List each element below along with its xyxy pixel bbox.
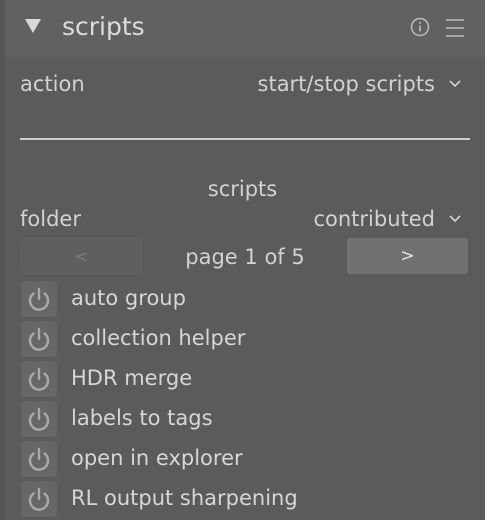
divider: [20, 138, 470, 140]
script-label: HDR merge: [71, 366, 193, 390]
power-icon: [28, 367, 50, 391]
script-label: collection helper: [71, 326, 246, 350]
chevron-down-icon[interactable]: [449, 215, 461, 223]
module-title: scripts: [62, 12, 145, 41]
script-label: RL output sharpening: [71, 486, 298, 510]
script-label: open in explorer: [71, 446, 243, 470]
script-row: labels to tags: [21, 401, 471, 437]
folder-label: folder: [20, 207, 81, 231]
scripts-panel: scripts action start/stop scripts script…: [0, 0, 485, 520]
info-circle-icon[interactable]: [410, 17, 430, 37]
action-label: action: [20, 72, 85, 96]
power-toggle-button[interactable]: [21, 321, 57, 357]
power-toggle-button[interactable]: [21, 361, 57, 397]
script-label: labels to tags: [71, 406, 213, 430]
script-row: HDR merge: [21, 361, 471, 397]
power-toggle-button[interactable]: [21, 281, 57, 317]
folder-select[interactable]: contributed: [220, 205, 435, 233]
panel-edge: [0, 0, 5, 520]
previous-page-button[interactable]: <: [21, 238, 142, 274]
next-page-button[interactable]: >: [347, 238, 468, 274]
power-icon: [28, 407, 50, 431]
power-toggle-button[interactable]: [21, 481, 57, 517]
module-header[interactable]: scripts: [5, 0, 485, 57]
page-indicator: page 1 of 5: [185, 245, 305, 269]
power-icon: [28, 327, 50, 351]
power-toggle-button[interactable]: [21, 441, 57, 477]
power-icon: [28, 447, 50, 471]
script-row: open in explorer: [21, 441, 471, 477]
hamburger-menu-icon[interactable]: [445, 17, 465, 39]
chevron-down-icon[interactable]: [449, 80, 461, 88]
script-row: collection helper: [21, 321, 471, 357]
scripts-section-title: scripts: [207, 177, 278, 201]
script-label: auto group: [71, 286, 186, 310]
script-row: auto group: [21, 281, 471, 317]
power-icon: [28, 487, 50, 511]
triangle-down-icon[interactable]: [25, 19, 41, 33]
script-row: RL output sharpening: [21, 481, 471, 517]
power-toggle-button[interactable]: [21, 401, 57, 437]
power-icon: [28, 287, 50, 311]
action-select[interactable]: start/stop scripts: [220, 70, 435, 98]
